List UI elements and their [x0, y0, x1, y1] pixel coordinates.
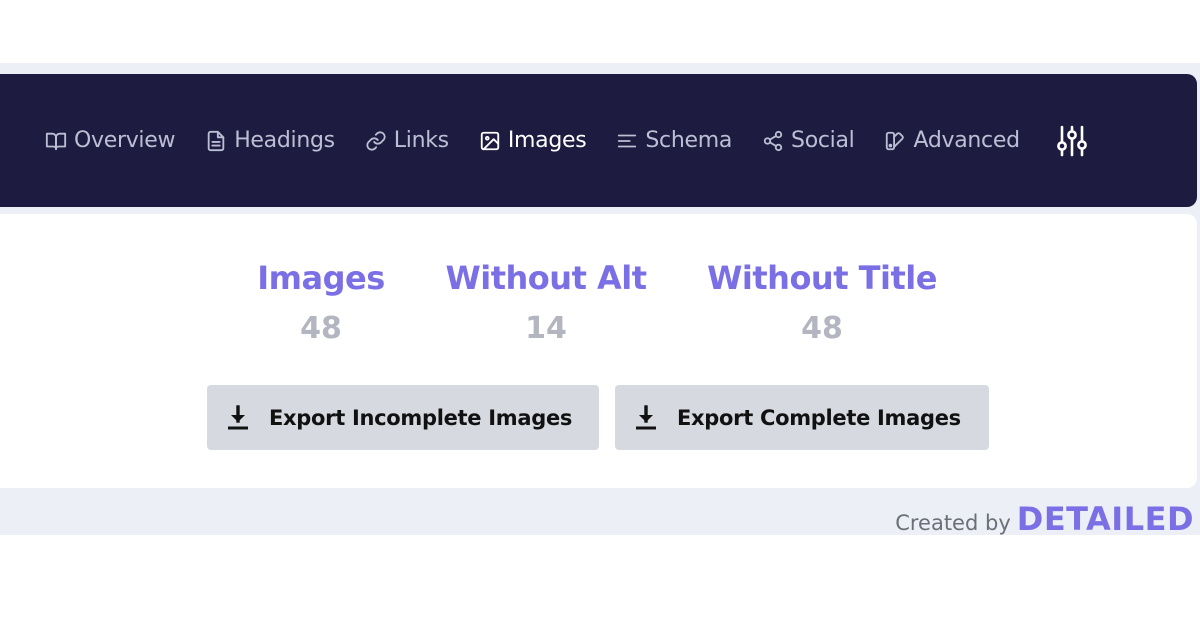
- stat-value: 14: [525, 311, 567, 346]
- button-label: Export Complete Images: [677, 405, 961, 430]
- stat-without-alt: Without Alt 14: [445, 258, 647, 346]
- image-icon: [480, 131, 499, 150]
- tab-schema[interactable]: Schema: [616, 128, 732, 153]
- tab-label: Headings: [234, 128, 335, 153]
- tab-headings[interactable]: Headings: [205, 128, 335, 153]
- stat-label: Without Title: [707, 259, 937, 297]
- tab-navigation: Overview Headings Links Images Schema So…: [0, 74, 1197, 207]
- stat-images: Images 48: [257, 258, 385, 346]
- export-incomplete-images-button[interactable]: Export Incomplete Images: [207, 385, 599, 450]
- align-left-icon: [618, 134, 637, 147]
- tab-images[interactable]: Images: [479, 128, 587, 153]
- sliders-icon[interactable]: [1054, 123, 1090, 159]
- link-icon: [366, 130, 386, 151]
- document-icon: [207, 130, 225, 151]
- stat-label: Without Alt: [445, 259, 647, 297]
- created-by-text: Created by: [895, 511, 1011, 535]
- palette-icon: [886, 131, 905, 150]
- export-complete-images-button[interactable]: Export Complete Images: [615, 385, 989, 450]
- tab-overview[interactable]: Overview: [45, 128, 175, 153]
- tab-label: Schema: [645, 128, 733, 153]
- tab-links[interactable]: Links: [365, 128, 449, 153]
- tab-label: Social: [791, 128, 855, 153]
- stat-value: 48: [801, 311, 843, 346]
- tab-social[interactable]: Social: [762, 128, 855, 153]
- stat-without-title: Without Title 48: [707, 258, 937, 346]
- footer-credit: Created by DETAILED: [895, 500, 1194, 538]
- stat-value: 48: [300, 311, 342, 346]
- tab-label: Advanced: [913, 128, 1020, 153]
- book-icon: [45, 132, 67, 150]
- images-summary-card: Images 48 Without Alt 14 Without Title 4…: [0, 214, 1197, 488]
- download-icon: [228, 404, 248, 429]
- stat-label: Images: [257, 259, 385, 297]
- button-label: Export Incomplete Images: [269, 405, 573, 430]
- brand-logo[interactable]: DETAILED: [1017, 500, 1194, 538]
- share-icon: [763, 130, 783, 151]
- tab-label: Images: [507, 128, 587, 153]
- tab-label: Links: [393, 128, 449, 153]
- download-icon: [636, 404, 656, 429]
- tab-advanced[interactable]: Advanced: [884, 128, 1020, 153]
- tab-label: Overview: [74, 128, 176, 153]
